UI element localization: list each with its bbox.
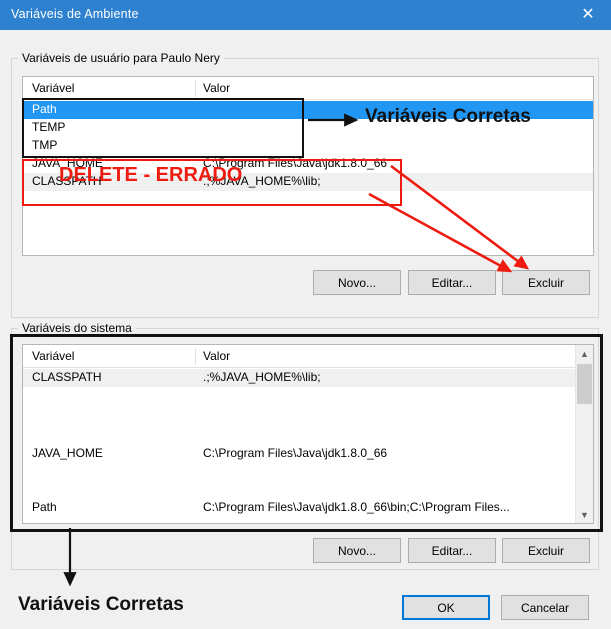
- system-row-name: JAVA_HOME: [32, 446, 103, 460]
- user-list-header: Variável Valor: [23, 77, 593, 100]
- table-row[interactable]: CLASSPATH .;%JAVA_HOME%\lib;: [23, 369, 576, 387]
- annotation-correct-top-label: Variáveis Corretas: [365, 106, 531, 127]
- user-col-divider: [195, 80, 196, 97]
- title-bar: Variáveis de Ambiente ✕: [0, 0, 611, 30]
- system-row-name: Path: [32, 500, 57, 514]
- user-delete-button[interactable]: Excluir: [502, 270, 590, 295]
- system-row-value: C:\Program Files\Java\jdk1.8.0_66\bin;C:…: [203, 500, 510, 514]
- scrollbar-thumb[interactable]: [577, 364, 592, 404]
- system-row-value: .;%JAVA_HOME%\lib;: [203, 370, 321, 384]
- cancel-button[interactable]: Cancelar: [501, 595, 589, 620]
- user-edit-button[interactable]: Editar...: [408, 270, 496, 295]
- system-col-name: Variável: [32, 349, 75, 363]
- user-row-name: Path: [32, 102, 57, 116]
- chevron-down-icon[interactable]: ▼: [576, 506, 593, 523]
- system-col-divider: [195, 348, 196, 365]
- system-edit-button[interactable]: Editar...: [408, 538, 496, 563]
- user-row-name: TMP: [32, 138, 58, 152]
- annotation-delete-wrong-label: DELETE - ERRADO: [59, 164, 243, 186]
- close-icon[interactable]: ✕: [565, 0, 611, 30]
- system-new-button[interactable]: Novo...: [313, 538, 401, 563]
- system-list-header: Variável Valor: [23, 345, 593, 368]
- user-variables-legend: Variáveis de usuário para Paulo Nery: [18, 51, 224, 65]
- chevron-up-icon[interactable]: ▲: [576, 345, 593, 362]
- annotation-correct-bottom-label: Variáveis Corretas: [18, 594, 184, 615]
- table-row[interactable]: JAVA_HOME C:\Program Files\Java\jdk1.8.0…: [23, 445, 576, 463]
- system-row-name: CLASSPATH: [32, 370, 102, 384]
- system-variables-list[interactable]: Variável Valor CLASSPATH .;%JAVA_HOME%\l…: [22, 344, 594, 524]
- system-variables-legend: Variáveis do sistema: [18, 321, 136, 335]
- system-col-value: Valor: [203, 349, 231, 363]
- table-row[interactable]: TMP: [23, 137, 593, 155]
- ok-button[interactable]: OK: [402, 595, 490, 620]
- user-col-name: Variável: [32, 81, 75, 95]
- system-row-value: C:\Program Files\Java\jdk1.8.0_66: [203, 446, 388, 460]
- user-row-name: TEMP: [32, 120, 66, 134]
- system-delete-button[interactable]: Excluir: [502, 538, 590, 563]
- user-col-value: Valor: [203, 81, 231, 95]
- system-list-scrollbar[interactable]: ▲ ▼: [575, 345, 593, 523]
- window-title: Variáveis de Ambiente: [11, 7, 139, 21]
- table-row[interactable]: Path C:\Program Files\Java\jdk1.8.0_66\b…: [23, 499, 576, 517]
- user-new-button[interactable]: Novo...: [313, 270, 401, 295]
